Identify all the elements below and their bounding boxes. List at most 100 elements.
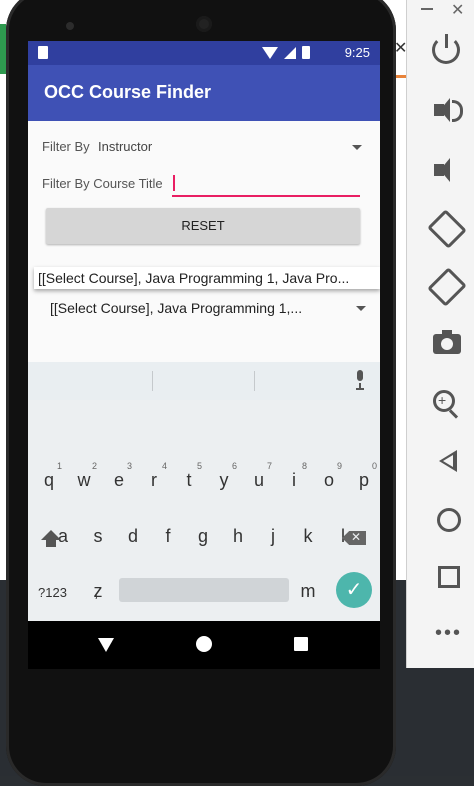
key-s[interactable]: s — [81, 514, 115, 554]
key-hint: 2 — [91, 461, 97, 471]
key-hint: 3 — [126, 461, 132, 471]
volume-up-wave — [452, 100, 463, 122]
space-key[interactable] — [119, 578, 289, 602]
phone-camera — [66, 22, 74, 30]
course-title-label: Filter By Course Title — [42, 176, 163, 191]
key-label: j — [271, 526, 275, 546]
key-e[interactable]: e3 — [102, 458, 136, 498]
course-dropdown-item[interactable]: [[Select Course], Java Programming 1, Ja… — [34, 267, 380, 289]
nav-back-icon[interactable] — [98, 638, 114, 652]
key-label: t — [186, 470, 192, 490]
signal-icon — [284, 46, 296, 59]
key-hint: 8 — [301, 461, 307, 471]
device-screen: 9:25 OCC Course Finder Filter By Instruc… — [28, 41, 380, 669]
more-icon[interactable]: ••• — [435, 622, 462, 645]
zoom-icon[interactable]: + — [433, 390, 455, 412]
soft-keyboard: q1w2e3r4t5y6u7i8o9p0asdfghjklzxcvbnm ✕ ?… — [28, 362, 380, 621]
nav-home-icon[interactable] — [196, 636, 212, 652]
minimize-icon[interactable] — [421, 8, 433, 10]
emulator-toolbar: ✕ + ••• — [406, 0, 474, 668]
nav-recents-icon[interactable] — [294, 637, 308, 651]
key-q[interactable]: q1 — [32, 458, 66, 498]
key-label: f — [165, 526, 171, 546]
key-i[interactable]: i8 — [277, 458, 311, 498]
phone-speaker — [196, 16, 212, 32]
key-hint: 5 — [196, 461, 202, 471]
key-p[interactable]: p0 — [347, 458, 380, 498]
key-label: w — [77, 470, 91, 490]
dropdown-arrow-icon — [352, 145, 362, 150]
wifi-icon — [262, 46, 278, 59]
course-spinner[interactable]: [[Select Course], Java Programming 1,... — [50, 298, 366, 320]
key-hint: 0 — [371, 461, 377, 471]
back-icon[interactable] — [439, 450, 457, 472]
key-hint: 7 — [266, 461, 272, 471]
key-label: u — [253, 470, 264, 490]
key-y[interactable]: y6 — [207, 458, 241, 498]
check-icon: ✓ — [345, 579, 363, 601]
mic-icon[interactable] — [355, 370, 365, 392]
dropdown-arrow-icon — [356, 306, 366, 311]
filter-by-spinner[interactable]: Filter By Instructor — [42, 137, 362, 157]
app-title: OCC Course Finder — [44, 82, 212, 102]
close-icon[interactable]: ✕ — [451, 0, 464, 20]
filter-by-value: Instructor — [98, 139, 153, 154]
comma-key[interactable]: , — [94, 584, 98, 602]
course-title-input[interactable] — [172, 173, 360, 197]
key-g[interactable]: g — [186, 514, 220, 554]
suggestion-strip — [28, 362, 380, 400]
key-t[interactable]: t5 — [172, 458, 206, 498]
sd-card-icon — [38, 46, 48, 59]
app-bar: OCC Course Finder — [28, 65, 380, 121]
key-label: y — [219, 470, 229, 490]
key-f[interactable]: f — [151, 514, 185, 554]
enter-key[interactable]: ✓ — [336, 572, 372, 608]
symbols-key[interactable]: ?123 — [38, 585, 67, 600]
text-cursor — [173, 175, 175, 191]
key-label: h — [232, 526, 243, 546]
home-icon[interactable] — [437, 508, 461, 532]
key-o[interactable]: o9 — [312, 458, 346, 498]
course-spinner-text: [[Select Course], Java Programming 1,... — [50, 300, 303, 316]
suggestion-divider — [152, 371, 153, 391]
key-label: g — [197, 526, 208, 546]
key-d[interactable]: d — [116, 514, 150, 554]
filter-by-label: Filter By — [42, 139, 90, 154]
key-k[interactable]: k — [291, 514, 325, 554]
status-time: 9:25 — [344, 45, 370, 60]
key-u[interactable]: u7 — [242, 458, 276, 498]
key-label: p — [358, 470, 369, 490]
course-dropdown-text: [[Select Course], Java Programming 1, Ja… — [38, 270, 350, 286]
volume-down-icon[interactable] — [434, 158, 450, 182]
key-label: k — [303, 526, 313, 546]
battery-icon — [302, 46, 310, 59]
power-icon-line — [445, 34, 448, 48]
key-hint: 1 — [56, 461, 62, 471]
overview-icon[interactable] — [438, 566, 460, 588]
screenshot-icon[interactable] — [433, 330, 461, 354]
rotate-left-icon[interactable] — [427, 209, 467, 249]
key-label: r — [151, 470, 157, 490]
key-r[interactable]: r4 — [137, 458, 171, 498]
shift-icon[interactable] — [40, 530, 62, 552]
reset-button[interactable]: RESET — [46, 208, 360, 244]
key-j[interactable]: j — [256, 514, 290, 554]
key-label: e — [113, 470, 124, 490]
volume-up-icon[interactable] — [434, 98, 450, 122]
navigation-bar — [28, 621, 380, 669]
rotate-right-icon[interactable] — [427, 267, 467, 307]
key-h[interactable]: h — [221, 514, 255, 554]
key-hint: 9 — [336, 461, 342, 471]
suggestion-divider — [254, 371, 255, 391]
key-label: i — [292, 470, 296, 490]
period-key[interactable]: . — [306, 582, 310, 600]
key-hint: 4 — [161, 461, 167, 471]
key-label: s — [93, 526, 103, 546]
course-title-filter: Filter By Course Title — [42, 173, 362, 197]
key-w[interactable]: w2 — [67, 458, 101, 498]
key-label: o — [323, 470, 334, 490]
key-label: q — [43, 470, 54, 490]
key-label: d — [127, 526, 138, 546]
key-hint: 6 — [231, 461, 237, 471]
status-bar: 9:25 — [28, 41, 380, 65]
